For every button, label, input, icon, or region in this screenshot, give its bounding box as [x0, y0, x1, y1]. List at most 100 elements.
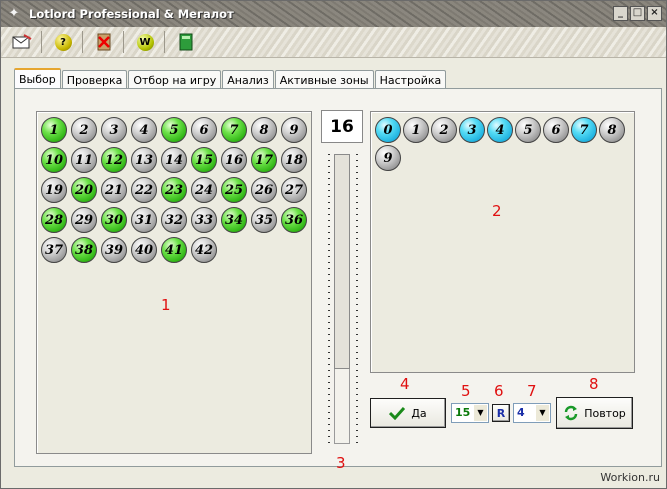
web-icon[interactable]: W — [134, 31, 156, 53]
yes-button[interactable]: Да — [370, 398, 446, 428]
tab-strip: Выбор Проверка Отбор на игру Анализ Акти… — [14, 68, 447, 91]
ball-6[interactable]: 6 — [543, 117, 569, 143]
envelope-icon[interactable] — [11, 31, 33, 53]
ball-22[interactable]: 22 — [131, 177, 157, 203]
help-icon[interactable]: ? — [52, 31, 74, 53]
window-controls: _ □ × — [613, 6, 662, 21]
ball-1[interactable]: 1 — [403, 117, 429, 143]
annotation-8: 8 — [589, 375, 599, 393]
ball-25[interactable]: 25 — [221, 177, 247, 203]
ball-41[interactable]: 41 — [161, 237, 187, 263]
ball-15[interactable]: 15 — [191, 147, 217, 173]
ball-12[interactable]: 12 — [101, 147, 127, 173]
combo-r[interactable]: 4 ▼ — [513, 403, 551, 423]
tab-otbor[interactable]: Отбор на игру — [128, 70, 222, 90]
ball-9[interactable]: 9 — [375, 145, 401, 171]
ball-9[interactable]: 9 — [281, 117, 307, 143]
title-bar[interactable]: ✦ Lotlord Professional & Мегалот _ □ × — [1, 1, 666, 27]
slider-thumb[interactable] — [334, 154, 350, 369]
toolbar-separator — [41, 31, 42, 53]
selected-count: 16 — [321, 110, 363, 143]
web-glyph: W — [136, 33, 154, 51]
ball-1[interactable]: 1 — [41, 117, 67, 143]
ball-17[interactable]: 17 — [251, 147, 277, 173]
combo-count-value: 15 — [455, 406, 471, 419]
repeat-button[interactable]: Повтор — [556, 397, 633, 429]
help-glyph: ? — [54, 33, 72, 51]
ball-2[interactable]: 2 — [71, 117, 97, 143]
combo-count[interactable]: 15 ▼ — [451, 403, 489, 423]
ball-39[interactable]: 39 — [101, 237, 127, 263]
annotation-3: 3 — [336, 454, 346, 472]
ball-7[interactable]: 7 — [221, 117, 247, 143]
annotation-6: 6 — [494, 382, 504, 400]
app-window: ✦ Lotlord Professional & Мегалот _ □ × ?… — [0, 0, 667, 489]
watermark: Workion.ru — [600, 471, 660, 484]
checkmark-icon — [389, 406, 406, 420]
ball-19[interactable]: 19 — [41, 177, 67, 203]
toolbar-separator — [82, 31, 83, 53]
maximize-button[interactable]: □ — [630, 6, 645, 21]
ball-3[interactable]: 3 — [459, 117, 485, 143]
window-title: Lotlord Professional & Мегалот — [29, 7, 234, 21]
ball-28[interactable]: 28 — [41, 207, 67, 233]
ball-10[interactable]: 10 — [41, 147, 67, 173]
ball-34[interactable]: 34 — [221, 207, 247, 233]
ball-11[interactable]: 11 — [71, 147, 97, 173]
book-icon[interactable] — [175, 31, 197, 53]
chevron-down-icon[interactable]: ▼ — [474, 405, 487, 421]
ball-8[interactable]: 8 — [251, 117, 277, 143]
ball-24[interactable]: 24 — [191, 177, 217, 203]
ball-27[interactable]: 27 — [281, 177, 307, 203]
ball-36[interactable]: 36 — [281, 207, 307, 233]
ball-23[interactable]: 23 — [161, 177, 187, 203]
ball-21[interactable]: 21 — [101, 177, 127, 203]
ball-40[interactable]: 40 — [131, 237, 157, 263]
ball-29[interactable]: 29 — [71, 207, 97, 233]
exit-icon[interactable] — [93, 31, 115, 53]
ball-8[interactable]: 8 — [599, 117, 625, 143]
ball-0[interactable]: 0 — [375, 117, 401, 143]
refresh-icon — [564, 405, 578, 421]
ball-5[interactable]: 5 — [515, 117, 541, 143]
ball-14[interactable]: 14 — [161, 147, 187, 173]
ball-26[interactable]: 26 — [251, 177, 277, 203]
tab-aktivnye-zony[interactable]: Активные зоны — [274, 70, 374, 90]
app-logo-icon: ✦ — [8, 6, 20, 21]
toolbar: ? W — [1, 27, 666, 58]
ball-42[interactable]: 42 — [191, 237, 217, 263]
annotation-1: 1 — [161, 296, 171, 314]
ball-4[interactable]: 4 — [131, 117, 157, 143]
ball-20[interactable]: 20 — [71, 177, 97, 203]
ball-33[interactable]: 33 — [191, 207, 217, 233]
result-panel: 0123456789 — [370, 111, 635, 373]
ball-18[interactable]: 18 — [281, 147, 307, 173]
ball-35[interactable]: 35 — [251, 207, 277, 233]
repeat-label: Повтор — [584, 406, 626, 420]
ball-16[interactable]: 16 — [221, 147, 247, 173]
ball-6[interactable]: 6 — [191, 117, 217, 143]
ball-7[interactable]: 7 — [571, 117, 597, 143]
r-button[interactable]: R — [492, 404, 510, 422]
ball-2[interactable]: 2 — [431, 117, 457, 143]
minimize-button[interactable]: _ — [613, 6, 628, 21]
close-button[interactable]: × — [647, 6, 662, 21]
ball-3[interactable]: 3 — [101, 117, 127, 143]
tab-nastroyka[interactable]: Настройка — [374, 70, 447, 90]
chevron-down-icon[interactable]: ▼ — [536, 405, 549, 421]
tab-proverka[interactable]: Проверка — [61, 70, 128, 90]
ball-32[interactable]: 32 — [161, 207, 187, 233]
number-selection-panel: 1 2 3 4 5 6 7 8 9 10 11 12 13 14 15 16 17 18 19 20 21 22 23 24 2… — [36, 111, 312, 454]
ball-4[interactable]: 4 — [487, 117, 513, 143]
annotation-7: 7 — [527, 382, 537, 400]
tab-analiz[interactable]: Анализ — [222, 70, 274, 90]
ball-38[interactable]: 38 — [71, 237, 97, 263]
combo-r-value: 4 — [517, 406, 525, 419]
ball-13[interactable]: 13 — [131, 147, 157, 173]
annotation-2: 2 — [492, 202, 502, 220]
ball-30[interactable]: 30 — [101, 207, 127, 233]
ball-31[interactable]: 31 — [131, 207, 157, 233]
slider-ticks-left — [328, 154, 330, 444]
ball-37[interactable]: 37 — [41, 237, 67, 263]
ball-5[interactable]: 5 — [161, 117, 187, 143]
